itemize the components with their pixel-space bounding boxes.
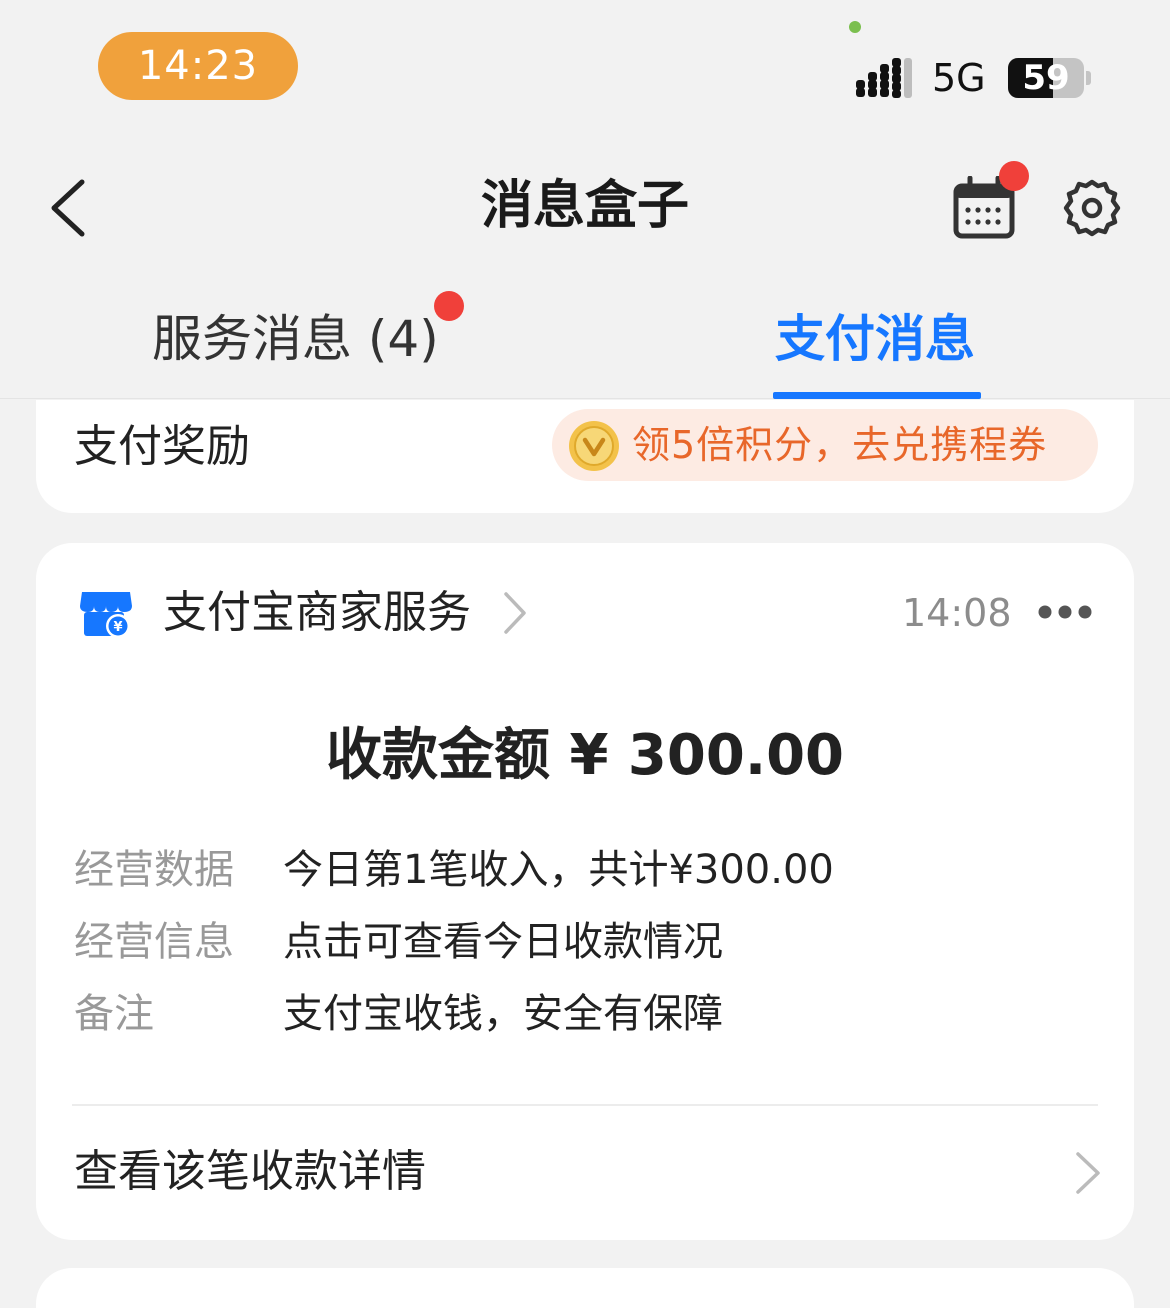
view-payment-details-link[interactable]: 查看该笔收款详情: [74, 1142, 426, 1202]
gear-icon[interactable]: [1062, 178, 1122, 238]
remark-label: 备注: [74, 991, 154, 1037]
reward-promo-text: 领5倍积分，去兑携程券: [632, 423, 1048, 467]
tab-bar: 服务消息 (4) 支付消息: [0, 280, 1170, 399]
reward-label: 支付奖励: [74, 421, 250, 472]
network-type: 5G: [932, 56, 986, 100]
calendar-badge: [999, 161, 1029, 191]
privacy-indicator-dot: [849, 21, 861, 33]
status-time: 14:23: [98, 32, 298, 100]
chevron-right-icon[interactable]: [1072, 1150, 1102, 1196]
points-coin-icon: [569, 421, 619, 471]
tab-service-messages[interactable]: 服务消息 (4): [152, 304, 439, 374]
payment-amount: 收款金额 ¥ 300.00: [325, 723, 845, 788]
business-data-label: 经营数据: [74, 847, 234, 893]
back-icon[interactable]: [48, 178, 88, 238]
remark-value: 支付宝收钱，安全有保障: [283, 991, 723, 1037]
more-options-icon[interactable]: [1038, 604, 1092, 620]
message-time: 14:08: [902, 591, 1012, 635]
signal-icon: [856, 58, 912, 98]
business-data-value: 今日第1笔收入，共计¥300.00: [283, 847, 834, 893]
tab-payment-messages[interactable]: 支付消息: [775, 304, 975, 374]
battery-cap: [1086, 71, 1091, 85]
page-title: 消息盒子: [480, 176, 689, 236]
business-info-value: 点击可查看今日收款情况: [283, 919, 723, 965]
business-info-label: 经营信息: [74, 919, 234, 965]
next-message-card[interactable]: [36, 1268, 1134, 1308]
battery-icon: 59: [1008, 58, 1084, 98]
svg-text:¥: ¥: [113, 620, 122, 635]
battery-percent: 59: [1022, 58, 1070, 98]
active-tab-indicator: [773, 392, 981, 399]
chevron-right-icon[interactable]: [500, 590, 528, 636]
merchant-name[interactable]: 支付宝商家服务: [163, 583, 471, 643]
tab-unread-badge: [434, 291, 464, 321]
card-divider: [72, 1104, 1098, 1106]
merchant-shop-icon: ¥: [80, 592, 132, 638]
